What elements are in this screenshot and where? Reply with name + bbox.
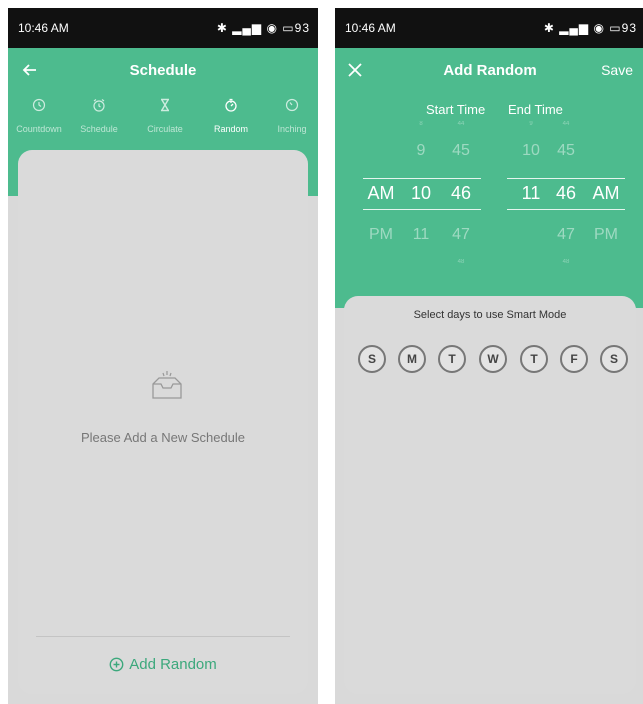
tab-label: Circulate xyxy=(147,124,183,134)
day-tuesday[interactable]: T xyxy=(438,345,466,373)
end-minute-prev[interactable]: 45 xyxy=(546,142,586,160)
schedule-card xyxy=(18,150,308,694)
hourglass-icon xyxy=(161,98,169,112)
schedule-screen: 10:46 AM ✱ ▂▄▆ ◉ ▭93 Schedule Countdown … xyxy=(8,8,318,704)
day-sunday[interactable]: S xyxy=(358,345,386,373)
clock-icon xyxy=(32,98,46,112)
add-random-label: Add Random xyxy=(129,656,217,673)
tab-countdown[interactable]: Countdown xyxy=(10,98,68,134)
start-ampm-selected[interactable]: AM xyxy=(361,183,401,204)
picker-faded-minute: 44 xyxy=(562,121,570,127)
start-hour-prev[interactable]: 9 xyxy=(401,142,441,160)
start-selection-line-top xyxy=(363,178,481,179)
start-ampm-next[interactable]: PM xyxy=(361,226,401,244)
tab-random[interactable]: Random xyxy=(202,98,260,134)
empty-state-message: Please Add a New Schedule xyxy=(80,430,246,445)
empty-inbox-icon xyxy=(152,371,182,399)
start-minute-selected[interactable]: 46 xyxy=(441,183,481,204)
tab-schedule[interactable]: Schedule xyxy=(70,98,128,134)
tab-circulate[interactable]: Circulate xyxy=(136,98,194,134)
day-thursday[interactable]: T xyxy=(520,345,548,373)
picker-faded-minute: 48 xyxy=(562,259,570,265)
end-time-label: End Time xyxy=(508,102,563,117)
alarm-clock-icon xyxy=(93,99,105,112)
app-bar: Schedule xyxy=(8,48,318,92)
divider xyxy=(36,636,290,637)
start-minute-prev[interactable]: 45 xyxy=(441,142,481,160)
end-ampm-selected[interactable]: AM xyxy=(586,183,626,204)
app-bar: Add Random Save xyxy=(335,48,643,92)
timer-icon xyxy=(285,98,299,112)
status-icons: ✱ ▂▄▆ ◉ ▭93 xyxy=(543,21,637,35)
tab-label: Random xyxy=(213,124,249,134)
battery-level: 93 xyxy=(294,21,310,35)
end-minute-selected[interactable]: 46 xyxy=(546,183,586,204)
picker-faded-hour: 8 xyxy=(419,121,423,127)
end-minute-next[interactable]: 47 xyxy=(546,226,586,244)
start-time-label: Start Time xyxy=(426,102,486,117)
picker-faded-hour: 9 xyxy=(529,121,533,127)
tab-inching[interactable]: Inching xyxy=(263,98,318,134)
status-bar: 10:46 AM ✱ ▂▄▆ ◉ ▭93 xyxy=(8,8,318,48)
mode-tabs: Countdown Schedule Circulate Random Inch… xyxy=(8,98,318,148)
day-monday[interactable]: M xyxy=(398,345,426,373)
tab-label: Countdown xyxy=(16,124,62,134)
start-hour-next[interactable]: 11 xyxy=(401,226,441,244)
battery-level: 93 xyxy=(621,21,637,35)
picker-faded-minute: 44 xyxy=(457,121,465,127)
status-time: 10:46 AM xyxy=(345,21,396,35)
day-wednesday[interactable]: W xyxy=(479,345,507,373)
page-title: Add Random xyxy=(443,62,537,79)
day-friday[interactable]: F xyxy=(560,345,588,373)
status-time: 10:46 AM xyxy=(18,21,69,35)
end-hour-prev[interactable]: 10 xyxy=(511,142,551,160)
status-icons: ✱ ▂▄▆ ◉ ▭93 xyxy=(216,21,310,35)
tab-label: Inching xyxy=(277,124,307,134)
picker-faded-minute: 48 xyxy=(457,259,465,265)
page-title: Schedule xyxy=(129,62,197,79)
end-selection-line-top xyxy=(507,178,625,179)
add-random-button[interactable]: Add Random xyxy=(8,656,318,673)
plus-circle-icon xyxy=(109,657,124,672)
start-selection-line-bottom xyxy=(363,209,481,210)
stopwatch-icon xyxy=(225,98,237,112)
end-selection-line-bottom xyxy=(507,209,625,210)
day-saturday[interactable]: S xyxy=(600,345,628,373)
start-minute-next[interactable]: 47 xyxy=(441,226,481,244)
tab-label: Schedule xyxy=(80,124,118,134)
end-hour-selected[interactable]: 11 xyxy=(511,183,551,204)
save-button[interactable]: Save xyxy=(601,62,633,78)
start-hour-selected[interactable]: 10 xyxy=(401,183,441,204)
status-bar: 10:46 AM ✱ ▂▄▆ ◉ ▭93 xyxy=(335,8,643,48)
end-ampm-next[interactable]: PM xyxy=(586,226,626,244)
add-random-screen: 10:46 AM ✱ ▂▄▆ ◉ ▭93 Add Random Save Sta… xyxy=(335,8,643,704)
days-selection-title: Select days to use Smart Mode xyxy=(413,309,567,321)
